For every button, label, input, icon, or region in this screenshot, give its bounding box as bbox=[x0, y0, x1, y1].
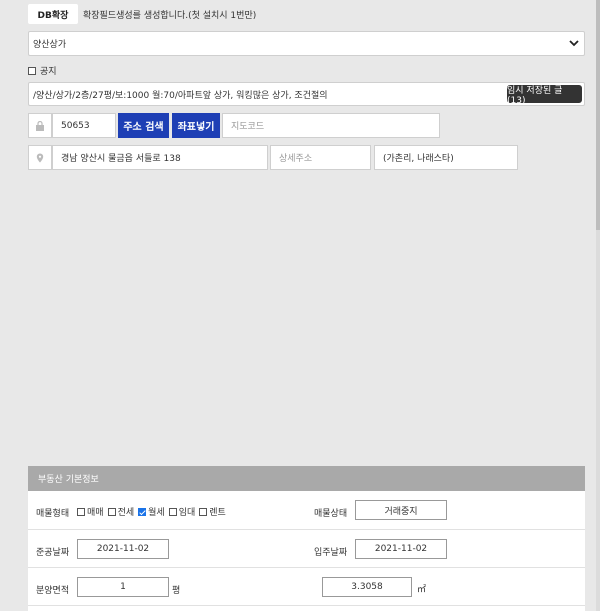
status-label: 매물상태 bbox=[314, 509, 348, 519]
basic-info-header: 부동산 기본정보 bbox=[28, 466, 585, 491]
info-row-area: 분양면적 1 평 3.3058 ㎡ bbox=[28, 568, 585, 606]
db-expand-description: 확장필드생성를 생성합니다.(첫 설치시 1번만) bbox=[83, 11, 257, 21]
map-pin-icon bbox=[28, 145, 52, 170]
title-input[interactable]: /양산/상가/2층/27평/보:1000 월:70/아파트앞 상가, 워킹많은 … bbox=[28, 82, 585, 106]
zipcode-field[interactable]: 50653 bbox=[52, 113, 116, 138]
coord-insert-button[interactable]: 좌표넣기 bbox=[172, 113, 220, 138]
completion-date-value: 2021-11-02 bbox=[96, 544, 150, 554]
type-option-jeonse[interactable]: 전세 bbox=[107, 505, 135, 518]
basic-info-title: 부동산 기본정보 bbox=[38, 475, 99, 485]
lock-icon bbox=[28, 113, 52, 138]
info-row-type-status: 매물형태 매매 전세 월세 임대 렌트 매물상태 거래중지 bbox=[28, 491, 585, 530]
temp-saved-button[interactable]: 임시 저장된 글 (13) bbox=[507, 85, 582, 106]
type-checkbox-lease[interactable] bbox=[168, 507, 177, 516]
area-pyeong-value: 1 bbox=[120, 582, 126, 592]
type-option-label: 전세 bbox=[117, 508, 135, 518]
notice-option[interactable]: 공지 bbox=[28, 64, 57, 77]
basic-info-panel: 부동산 기본정보 매물형태 매매 전세 월세 임대 렌트 매물상태 거래중지 준… bbox=[28, 466, 585, 611]
type-option-label: 렌트 bbox=[209, 508, 226, 518]
movein-label: 입주날짜 bbox=[314, 548, 348, 558]
m2-unit: ㎡ bbox=[417, 585, 427, 595]
type-checkbox-sale[interactable] bbox=[77, 507, 85, 516]
detail-address-placeholder: 상세주소 bbox=[279, 154, 313, 164]
category-select[interactable]: 양산상가 bbox=[28, 31, 585, 56]
status-value: 거래중지 bbox=[384, 506, 418, 517]
road-address-field[interactable]: 경남 양산시 물금읍 서들로 138 bbox=[52, 145, 268, 170]
type-option-monthly[interactable]: 월세 bbox=[138, 505, 165, 518]
road-address-value: 경남 양산시 물금읍 서들로 138 bbox=[61, 154, 181, 164]
type-option-label: 임대 bbox=[178, 508, 196, 518]
zipcode-value: 50653 bbox=[61, 120, 90, 131]
type-checkbox-jeonse[interactable] bbox=[107, 507, 116, 516]
type-option-sale[interactable]: 매매 bbox=[77, 505, 104, 518]
completion-date-field[interactable]: 2021-11-02 bbox=[77, 539, 169, 559]
type-options: 매매 전세 월세 임대 렌트 bbox=[77, 505, 230, 518]
address-extra-value: (가촌리, 나래스타) bbox=[383, 154, 454, 164]
type-option-label: 매매 bbox=[87, 508, 104, 518]
type-option-rent[interactable]: 렌트 bbox=[199, 505, 226, 518]
pyeong-unit: 평 bbox=[172, 586, 181, 596]
status-field[interactable]: 거래중지 bbox=[355, 500, 447, 520]
geocode-placeholder: 지도코드 bbox=[231, 122, 265, 132]
title-input-value: /양산/상가/2층/27평/보:1000 월:70/아파트앞 상가, 워킹많은 … bbox=[33, 90, 328, 101]
page-scrollbar[interactable] bbox=[596, 0, 600, 611]
movein-date-value: 2021-11-02 bbox=[374, 544, 428, 554]
area-pyeong-field[interactable]: 1 bbox=[77, 577, 169, 597]
chevron-down-icon bbox=[569, 40, 579, 47]
type-option-label: 월세 bbox=[148, 508, 165, 518]
type-label: 매물형태 bbox=[36, 509, 70, 519]
completion-label: 준공날짜 bbox=[36, 548, 70, 558]
address-search-button[interactable]: 주소 검색 bbox=[118, 113, 169, 138]
movein-date-field[interactable]: 2021-11-02 bbox=[355, 539, 447, 559]
info-row-dates: 준공날짜 2021-11-02 입주날짜 2021-11-02 bbox=[28, 530, 585, 568]
type-checkbox-monthly[interactable] bbox=[138, 507, 147, 516]
type-option-lease[interactable]: 임대 bbox=[168, 505, 196, 518]
notice-checkbox[interactable] bbox=[28, 66, 36, 75]
detail-address-field[interactable]: 상세주소 bbox=[270, 145, 371, 170]
type-checkbox-rent[interactable] bbox=[199, 507, 208, 516]
area-m2-field[interactable]: 3.3058 bbox=[322, 577, 412, 597]
geocode-field[interactable]: 지도코드 bbox=[222, 113, 440, 138]
category-selected-value: 양산상가 bbox=[33, 40, 67, 50]
address-extra-field[interactable]: (가촌리, 나래스타) bbox=[374, 145, 518, 170]
scrollbar-thumb[interactable] bbox=[596, 0, 600, 230]
notice-label: 공지 bbox=[40, 67, 57, 77]
db-expand-tab[interactable]: DB확장 bbox=[28, 4, 78, 24]
area-m2-value: 3.3058 bbox=[351, 582, 383, 592]
area-label: 분양면적 bbox=[36, 586, 70, 596]
